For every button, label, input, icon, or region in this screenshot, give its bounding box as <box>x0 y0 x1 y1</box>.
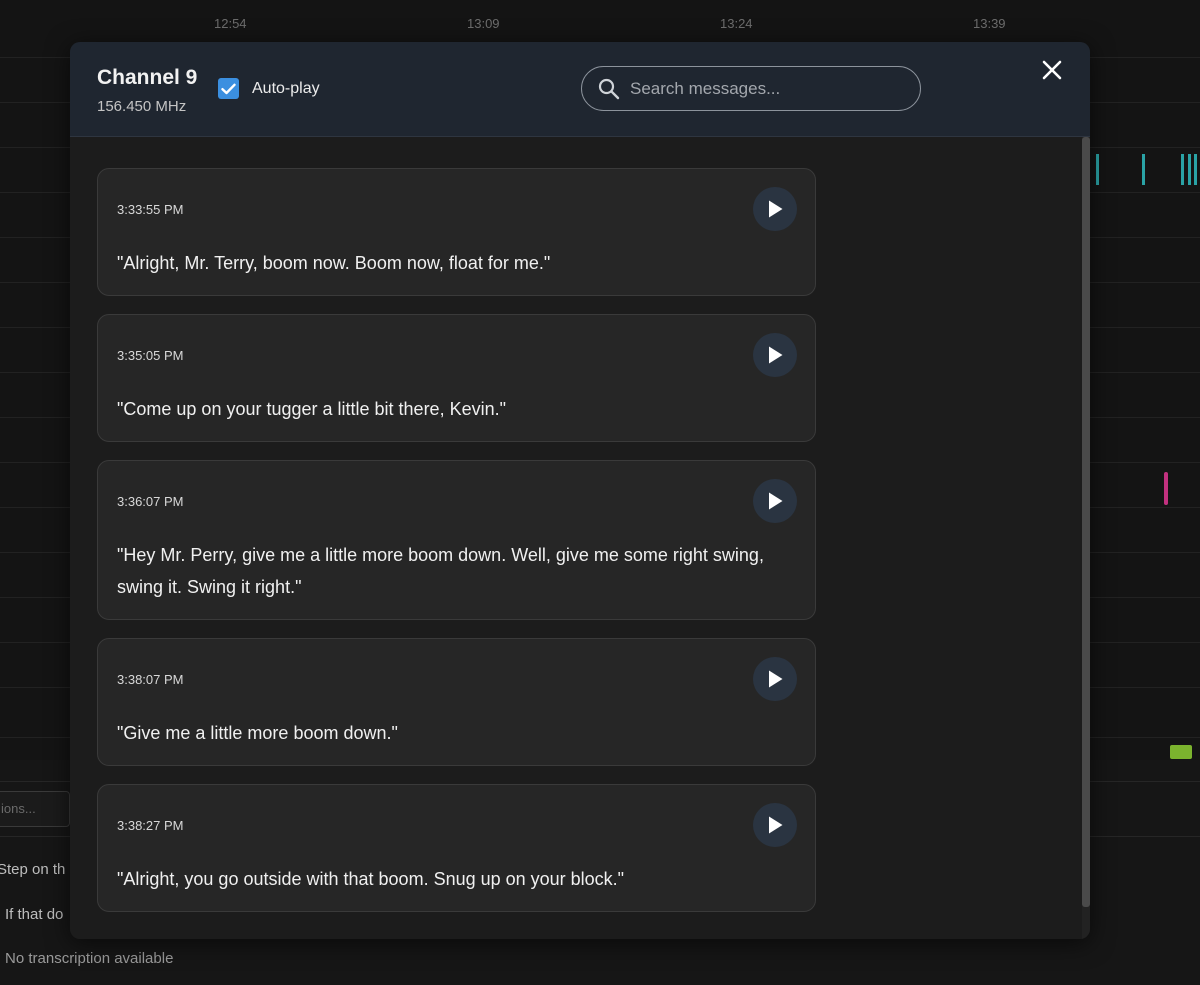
play-icon <box>769 200 783 218</box>
play-button[interactable] <box>753 479 797 523</box>
autoplay-checkbox[interactable] <box>218 78 239 99</box>
play-button[interactable] <box>753 187 797 231</box>
timeline-event-mark[interactable] <box>1164 472 1168 505</box>
message-card: 3:38:07 PM "Give me a little more boom d… <box>97 638 816 766</box>
message-text: "Alright, Mr. Terry, boom now. Boom now,… <box>117 253 551 273</box>
timeline-tick-label: 13:24 <box>720 16 753 31</box>
play-icon <box>769 492 783 510</box>
autoplay-label: Auto-play <box>252 79 320 97</box>
message-text: "Alright, you go outside with that boom.… <box>117 869 625 889</box>
search-icon <box>598 78 620 99</box>
channel-messages-modal: Channel 9 156.450 MHz Auto-play Search m… <box>70 42 1090 939</box>
message-text: "Give me a little more boom down." <box>117 723 398 743</box>
message-timestamp: 3:38:07 PM <box>117 672 184 687</box>
message-card: 3:38:27 PM "Alright, you go outside with… <box>97 784 816 912</box>
channel-title: Channel 9 <box>97 66 198 89</box>
message-timestamp: 3:38:27 PM <box>117 818 184 833</box>
background-search-input[interactable]: ions... <box>0 791 70 827</box>
play-button[interactable] <box>753 657 797 701</box>
play-icon <box>769 346 783 364</box>
play-icon <box>769 816 783 834</box>
scrollbar-thumb[interactable] <box>1082 137 1090 907</box>
modal-header: Channel 9 156.450 MHz Auto-play <box>70 42 1090 137</box>
message-card: 3:36:07 PM "Hey Mr. Perry, give me a lit… <box>97 460 816 620</box>
play-button[interactable] <box>753 803 797 847</box>
timeline-event-mark[interactable] <box>1188 154 1191 185</box>
channel-frequency: 156.450 MHz <box>97 98 187 115</box>
timeline-event-mark[interactable] <box>1194 154 1197 185</box>
play-button[interactable] <box>753 333 797 377</box>
timeline-tick-label: 13:39 <box>973 16 1006 31</box>
search-field[interactable] <box>581 66 921 111</box>
transcript-line: If that do <box>5 906 64 923</box>
play-icon <box>769 670 783 688</box>
checkmark-icon <box>221 83 236 94</box>
timeline-event-mark[interactable] <box>1096 154 1099 185</box>
message-text: "Hey Mr. Perry, give me a little more bo… <box>117 545 764 597</box>
message-timestamp: 3:36:07 PM <box>117 494 184 509</box>
close-icon <box>1042 60 1062 80</box>
transcript-line: Step on th <box>0 861 66 878</box>
autoplay-toggle[interactable]: Auto-play <box>218 78 320 99</box>
timeline-tick-label: 13:09 <box>467 16 500 31</box>
transcript-line: No transcription available <box>5 950 174 967</box>
timeline-tick-label: 12:54 <box>214 16 247 31</box>
message-list: 3:33:55 PM "Alright, Mr. Terry, boom now… <box>70 137 1090 939</box>
search-input[interactable] <box>630 78 890 99</box>
timeline-event-mark[interactable] <box>1181 154 1184 185</box>
timeline-event-mark[interactable] <box>1170 745 1192 759</box>
message-card: 3:35:05 PM "Come up on your tugger a lit… <box>97 314 816 442</box>
message-card: 3:33:55 PM "Alright, Mr. Terry, boom now… <box>97 168 816 296</box>
timeline-event-mark[interactable] <box>1142 154 1145 185</box>
message-text: "Come up on your tugger a little bit the… <box>117 399 506 419</box>
close-button[interactable] <box>1040 58 1064 82</box>
message-timestamp: 3:35:05 PM <box>117 348 184 363</box>
message-timestamp: 3:33:55 PM <box>117 202 184 217</box>
